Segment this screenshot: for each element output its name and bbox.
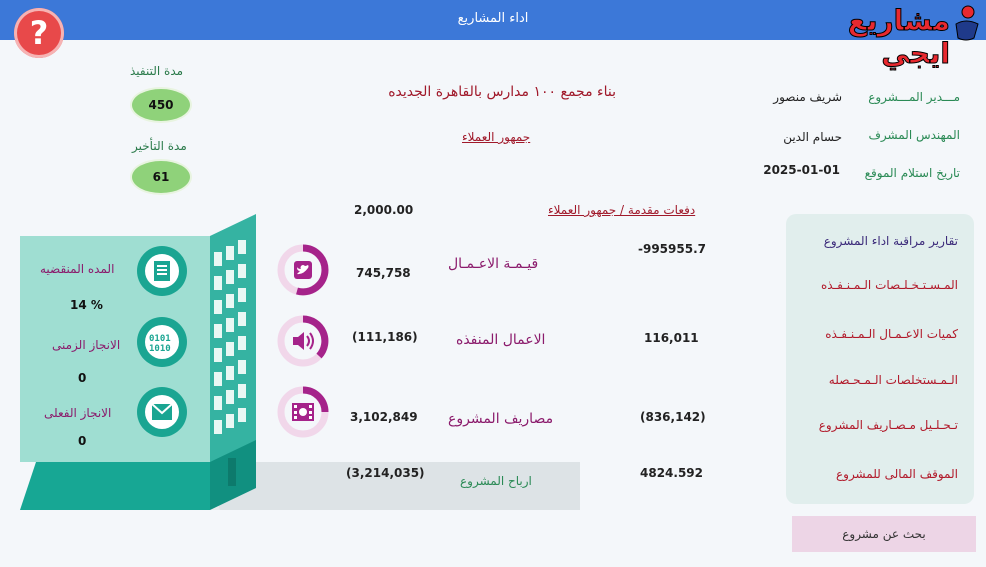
- menu-financial-position[interactable]: الموقف المالى للمشروع: [836, 467, 958, 481]
- delay-duration-label: مدة التأخير: [132, 139, 187, 153]
- project-title: بناء مجمع ١٠٠ مدارس بالقاهرة الجديده: [388, 84, 616, 100]
- executed-label: الاعمال المنفذه: [456, 332, 546, 348]
- executed-ring: [277, 315, 329, 367]
- binary-icon: 0101 1010: [149, 334, 171, 352]
- time-label: الانجاز الزمنى: [52, 338, 121, 352]
- site-date-label: تاريخ استلام الموقع: [864, 166, 960, 180]
- works-value-label: قيـمـة الاعـمـال: [448, 256, 539, 272]
- document-icon: [154, 261, 170, 281]
- expenses-right-value: (836,142): [640, 410, 706, 424]
- speaker-icon: [293, 332, 314, 350]
- logo: مشاريع ايجي: [790, 4, 980, 71]
- actual-ring: [137, 387, 187, 437]
- menu-executed-invoices[interactable]: المـسـتـخـلـصات الـمـنـفـذه: [821, 278, 958, 292]
- works-ring: [277, 244, 329, 296]
- works-right-value: -995955.7: [638, 242, 706, 256]
- executed-value: (111,186): [352, 330, 418, 344]
- elapsed-label: المده المنقضيه: [40, 262, 115, 276]
- logo-text: مشاريع ايجي: [847, 4, 950, 71]
- expenses-ring: [277, 386, 329, 438]
- elapsed-ring: [137, 246, 187, 296]
- help-button[interactable]: ?: [14, 8, 64, 58]
- engineer-value: حسام الدين: [783, 130, 842, 144]
- client-link[interactable]: جمهور العملاء: [462, 130, 530, 144]
- manager-value: شريف منصور: [773, 90, 842, 104]
- film-icon: [292, 403, 314, 421]
- exec-duration-label: مدة التنفيذ: [130, 64, 184, 78]
- profit-label: ارباح المشروع: [460, 474, 532, 488]
- logo-mark-icon: [955, 5, 979, 41]
- actual-value: 0: [78, 434, 87, 448]
- elapsed-value: 14 %: [70, 298, 103, 312]
- actual-label: الانجاز الفعلى: [44, 406, 112, 420]
- time-ring: 0101 1010: [137, 317, 187, 367]
- expenses-value: 3,102,849: [350, 410, 418, 424]
- menu-performance-reports[interactable]: تقارير مراقبة اداء المشروع: [824, 234, 958, 248]
- menu-expenses-analysis[interactable]: تـحـلـيل مـصـاريف المشروع: [819, 418, 958, 432]
- menu-collected-invoices[interactable]: الـمـستخلصات الـمـحـصله: [829, 373, 958, 387]
- reports-panel: تقارير مراقبة اداء المشروع المـسـتـخـلـص…: [786, 214, 974, 504]
- twitter-icon: [294, 261, 312, 279]
- time-value: 0: [78, 371, 87, 385]
- exec-duration-value: 450: [132, 89, 190, 121]
- executed-right-value: 116,011: [644, 331, 699, 345]
- delay-duration-value: 61: [132, 161, 190, 193]
- menu-executed-quantities[interactable]: كميات الاعـمـال الـمـنـفـذه: [825, 327, 958, 341]
- engineer-label: المهندس المشرف: [868, 128, 960, 142]
- question-icon: ?: [29, 14, 49, 52]
- svg-text:0101: 0101: [149, 334, 171, 344]
- profit-right-value: 4824.592: [640, 466, 704, 480]
- profit-value: (3,214,035): [346, 466, 425, 480]
- manager-label: مـــدير المـــشروع: [868, 90, 960, 104]
- expenses-label: مصاريف المشروع: [448, 411, 554, 427]
- search-project-button[interactable]: بحث عن مشروع: [792, 516, 976, 552]
- site-date-value: 2025-01-01: [763, 163, 840, 177]
- mail-icon: [152, 404, 172, 420]
- svg-text:1010: 1010: [149, 344, 171, 352]
- works-value: 745,758: [356, 266, 411, 280]
